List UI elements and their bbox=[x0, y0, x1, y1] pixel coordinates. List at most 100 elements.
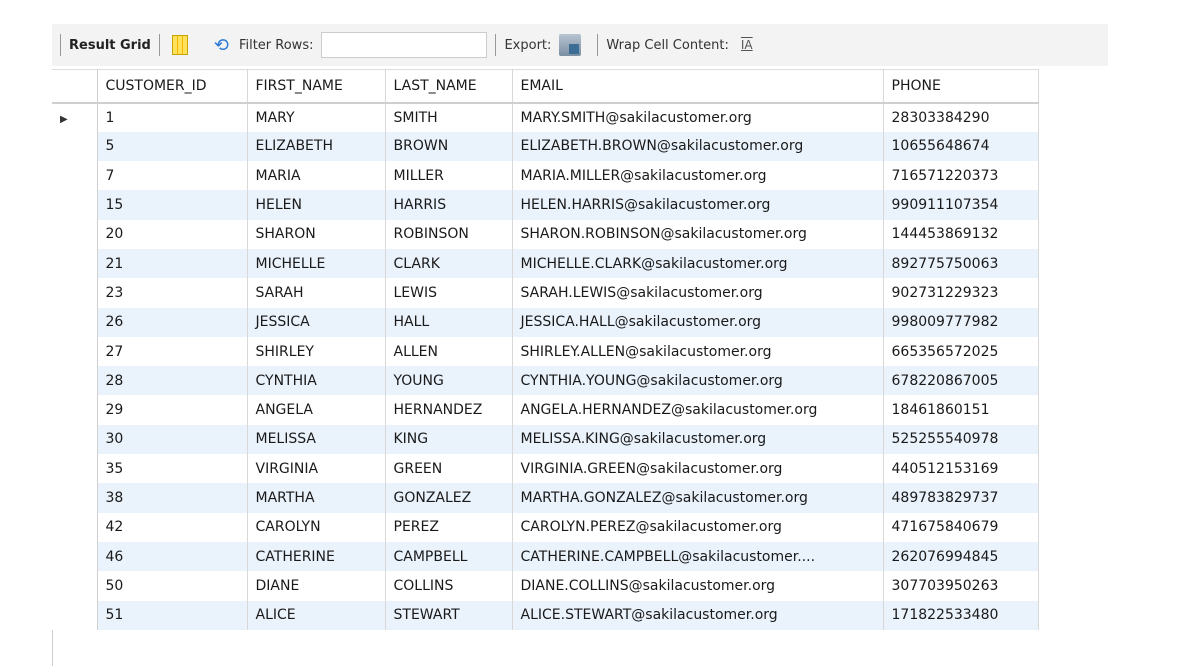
cell-customer-id[interactable]: 27 bbox=[97, 336, 248, 367]
table-row[interactable]: 30 MELISSA KING MELISSA.KING@sakilacustomer… bbox=[52, 424, 1039, 455]
export-icon[interactable] bbox=[559, 34, 582, 56]
cell-first-name[interactable]: SHIRLEY bbox=[247, 336, 386, 367]
result-grid-tab[interactable]: Result Grid bbox=[69, 38, 151, 53]
cell-first-name[interactable]: HELEN bbox=[247, 190, 386, 220]
column-header-phone[interactable]: PHONE bbox=[883, 69, 1039, 104]
cell-first-name[interactable]: ALICE bbox=[247, 600, 386, 630]
cell-last-name[interactable]: BROWN bbox=[385, 131, 513, 162]
table-row[interactable]: 28 CYNTHIA YOUNG CYNTHIA.YOUNG@sakilacustom… bbox=[52, 366, 1039, 396]
cell-email[interactable]: ANGELA.HERNANDEZ@sakilacustomer.org bbox=[512, 395, 884, 425]
cell-customer-id[interactable]: 20 bbox=[97, 219, 248, 249]
column-header-email[interactable]: EMAIL bbox=[512, 69, 884, 104]
cell-customer-id[interactable]: 15 bbox=[97, 190, 248, 220]
row-selector[interactable] bbox=[52, 219, 98, 249]
table-row[interactable]: 15 HELEN HARRIS HELEN.HARRIS@sakilacustomer… bbox=[52, 190, 1039, 220]
table-row[interactable]: 38 MARTHA GONZALEZ MARTHA.GONZALEZ@sakilacu… bbox=[52, 483, 1039, 513]
cell-first-name[interactable]: MICHELLE bbox=[247, 248, 386, 279]
cell-email[interactable]: MARIA.MILLER@sakilacustomer.org bbox=[512, 161, 884, 191]
cell-first-name[interactable]: CAROLYN bbox=[247, 512, 386, 542]
cell-last-name[interactable]: STEWART bbox=[385, 600, 513, 630]
cell-phone[interactable]: 998009777982 bbox=[883, 307, 1039, 337]
cell-email[interactable]: SARAH.LEWIS@sakilacustomer.org bbox=[512, 278, 884, 308]
cell-customer-id[interactable]: 29 bbox=[97, 395, 248, 425]
cell-customer-id[interactable]: 42 bbox=[97, 512, 248, 542]
cell-first-name[interactable]: MARIA bbox=[247, 161, 386, 191]
cell-email[interactable]: ELIZABETH.BROWN@sakilacustomer.org bbox=[512, 131, 884, 162]
cell-email[interactable]: HELEN.HARRIS@sakilacustomer.org bbox=[512, 190, 884, 220]
table-row[interactable]: 51 ALICE STEWART ALICE.STEWART@sakilacustom… bbox=[52, 600, 1039, 630]
cell-phone[interactable]: 902731229323 bbox=[883, 278, 1039, 308]
cell-phone[interactable]: 171822533480 bbox=[883, 600, 1039, 630]
cell-email[interactable]: MELISSA.KING@sakilacustomer.org bbox=[512, 424, 884, 455]
cell-customer-id[interactable]: 7 bbox=[97, 161, 248, 191]
cell-phone[interactable]: 10655648674 bbox=[883, 131, 1039, 162]
row-selector[interactable]: ▶ bbox=[52, 102, 98, 132]
cell-email[interactable]: SHARON.ROBINSON@sakilacustomer.org bbox=[512, 219, 884, 249]
table-row[interactable]: 26 JESSICA HALL JESSICA.HALL@sakilacustomer… bbox=[52, 307, 1039, 337]
column-header-last-name[interactable]: LAST_NAME bbox=[385, 69, 513, 104]
cell-phone[interactable]: 892775750063 bbox=[883, 248, 1039, 279]
table-row[interactable]: 7 MARIA MILLER MARIA.MILLER@sakilacustomer.… bbox=[52, 161, 1039, 191]
cell-customer-id[interactable]: 21 bbox=[97, 248, 248, 279]
cell-last-name[interactable]: MILLER bbox=[385, 161, 513, 191]
table-row[interactable]: 20 SHARON ROBINSON SHARON.ROBINSON@sakilacu… bbox=[52, 219, 1039, 249]
table-row[interactable]: 23 SARAH LEWIS SARAH.LEWIS@sakilacustomer.o… bbox=[52, 278, 1039, 308]
cell-phone[interactable]: 665356572025 bbox=[883, 336, 1039, 367]
cell-first-name[interactable]: MELISSA bbox=[247, 424, 386, 455]
cell-first-name[interactable]: SHARON bbox=[247, 219, 386, 249]
cell-last-name[interactable]: HALL bbox=[385, 307, 513, 337]
cell-email[interactable]: VIRGINIA.GREEN@sakilacustomer.org bbox=[512, 454, 884, 484]
cell-first-name[interactable]: ELIZABETH bbox=[247, 131, 386, 162]
cell-last-name[interactable]: CAMPBELL bbox=[385, 541, 513, 572]
row-selector[interactable] bbox=[52, 161, 98, 191]
row-selector[interactable] bbox=[52, 131, 98, 162]
cell-email[interactable]: CATHERINE.CAMPBELL@sakilacustomer.... bbox=[512, 541, 884, 572]
cell-phone[interactable]: 307703950263 bbox=[883, 571, 1039, 601]
cell-last-name[interactable]: HARRIS bbox=[385, 190, 513, 220]
row-selector[interactable] bbox=[52, 190, 98, 220]
cell-phone[interactable]: 28303384290 bbox=[883, 102, 1039, 132]
cell-customer-id[interactable]: 46 bbox=[97, 541, 248, 572]
cell-first-name[interactable]: ANGELA bbox=[247, 395, 386, 425]
cell-phone[interactable]: 716571220373 bbox=[883, 161, 1039, 191]
row-selector[interactable] bbox=[52, 454, 98, 484]
table-row[interactable]: 42 CAROLYN PEREZ CAROLYN.PEREZ@sakilacustom… bbox=[52, 512, 1039, 542]
cell-first-name[interactable]: JESSICA bbox=[247, 307, 386, 337]
row-selector[interactable] bbox=[52, 600, 98, 630]
cell-last-name[interactable]: CLARK bbox=[385, 248, 513, 279]
cell-first-name[interactable]: MARTHA bbox=[247, 483, 386, 513]
row-selector[interactable] bbox=[52, 395, 98, 425]
cell-last-name[interactable]: ROBINSON bbox=[385, 219, 513, 249]
cell-last-name[interactable]: PEREZ bbox=[385, 512, 513, 542]
cell-customer-id[interactable]: 26 bbox=[97, 307, 248, 337]
cell-first-name[interactable]: SARAH bbox=[247, 278, 386, 308]
cell-phone[interactable]: 262076994845 bbox=[883, 541, 1039, 572]
cell-last-name[interactable]: KING bbox=[385, 424, 513, 455]
cell-last-name[interactable]: GONZALEZ bbox=[385, 483, 513, 513]
cell-phone[interactable]: 525255540978 bbox=[883, 424, 1039, 455]
cell-email[interactable]: CYNTHIA.YOUNG@sakilacustomer.org bbox=[512, 366, 884, 396]
cell-customer-id[interactable]: 1 bbox=[97, 102, 248, 132]
cell-phone[interactable]: 471675840679 bbox=[883, 512, 1039, 542]
cell-email[interactable]: MICHELLE.CLARK@sakilacustomer.org bbox=[512, 248, 884, 279]
cell-email[interactable]: JESSICA.HALL@sakilacustomer.org bbox=[512, 307, 884, 337]
row-selector[interactable] bbox=[52, 424, 98, 455]
grid-view-icon[interactable] bbox=[171, 35, 188, 55]
cell-last-name[interactable]: COLLINS bbox=[385, 571, 513, 601]
table-row[interactable]: 46 CATHERINE CAMPBELL CATHERINE.CAMPBELL@sa… bbox=[52, 541, 1039, 572]
table-row[interactable]: 5 ELIZABETH BROWN ELIZABETH.BROWN@sakilacus… bbox=[52, 131, 1039, 162]
cell-last-name[interactable]: LEWIS bbox=[385, 278, 513, 308]
table-row[interactable]: 35 VIRGINIA GREEN VIRGINIA.GREEN@sakilacust… bbox=[52, 454, 1039, 484]
cell-last-name[interactable]: GREEN bbox=[385, 454, 513, 484]
cell-email[interactable]: MARTHA.GONZALEZ@sakilacustomer.org bbox=[512, 483, 884, 513]
cell-customer-id[interactable]: 23 bbox=[97, 278, 248, 308]
cell-last-name[interactable]: ALLEN bbox=[385, 336, 513, 367]
row-selector[interactable] bbox=[52, 541, 98, 572]
wrap-cell-content-icon[interactable]: IA bbox=[741, 38, 753, 52]
row-selector[interactable] bbox=[52, 278, 98, 308]
cell-last-name[interactable]: YOUNG bbox=[385, 366, 513, 396]
cell-email[interactable]: CAROLYN.PEREZ@sakilacustomer.org bbox=[512, 512, 884, 542]
cell-email[interactable]: MARY.SMITH@sakilacustomer.org bbox=[512, 102, 884, 132]
cell-phone[interactable]: 489783829737 bbox=[883, 483, 1039, 513]
cell-first-name[interactable]: DIANE bbox=[247, 571, 386, 601]
